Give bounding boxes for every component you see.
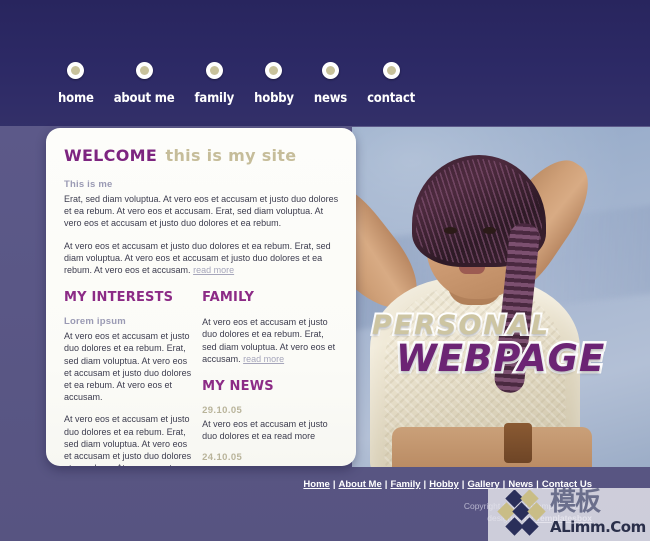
welcome-paragraph-2: At vero eos et accusam et justo duo dolo… <box>64 240 340 277</box>
nav-label: family <box>194 91 235 106</box>
nav-item-contact[interactable]: contact <box>367 62 415 106</box>
nav-item-news[interactable]: news <box>314 62 347 106</box>
family-news-column: FAMILY At vero eos et accusam et justo d… <box>202 290 340 466</box>
interests-paragraph-2-text: At vero eos et accusam et justo duo dolo… <box>64 414 192 466</box>
footer-separator: | <box>332 479 336 490</box>
nav-item-home[interactable]: home <box>58 62 94 106</box>
welcome-subheading: This is me <box>64 179 113 190</box>
photo-eye-right <box>483 227 496 234</box>
read-more-link[interactable]: read more <box>243 354 284 364</box>
read-more-link[interactable]: read more <box>193 265 234 275</box>
welcome-heading: WELCOME this is my site <box>64 146 340 166</box>
footer-link-hobby[interactable]: Hobby <box>429 479 459 490</box>
content-panel: WELCOME this is my site This is me Erat,… <box>46 128 356 466</box>
nav-item-hobby[interactable]: hobby <box>254 62 294 106</box>
photo-mouth <box>459 267 485 274</box>
bullet-icon <box>135 62 153 79</box>
footer-separator: | <box>461 479 465 490</box>
news-entry: 29.10.05 At vero eos et accusam et justo… <box>202 405 340 442</box>
photo-eye-left <box>444 227 457 234</box>
news-date: 29.10.05 <box>202 405 243 417</box>
hero-photo <box>352 127 650 467</box>
watermark-url: ALimm.Com <box>550 518 646 536</box>
interests-paragraph-2: At vero eos et accusam et justo duo dolo… <box>64 413 194 466</box>
interests-heading: MY INTERESTS <box>64 290 174 306</box>
bullet-icon <box>382 62 400 79</box>
news-date: 24.10.05 <box>202 452 243 464</box>
nav-item-about-me[interactable]: about me <box>114 62 175 106</box>
interests-paragraph-1: At vero eos et accusam et justo duo dolo… <box>64 331 192 403</box>
photo-waist <box>392 427 592 467</box>
family-paragraph: At vero eos et accusam et justo duo dolo… <box>202 316 340 365</box>
news-text: At vero eos et accusam et justo duo dolo… <box>202 419 328 442</box>
nav-label: about me <box>113 91 175 106</box>
nav-label: home <box>58 91 94 106</box>
footer-link-family[interactable]: Family <box>390 479 420 490</box>
photo-belt <box>504 423 532 463</box>
welcome-heading-light: this is my site <box>165 146 297 165</box>
bullet-icon <box>321 62 339 79</box>
watermark-chinese-text: 模板 <box>550 488 601 517</box>
news-entry: 24.10.05 At vero eos et accusam et justo… <box>202 452 340 466</box>
family-heading: FAMILY <box>202 290 255 306</box>
interests-column: MY INTERESTS Lorem ipsum At vero eos et … <box>64 290 202 466</box>
interests-subheading: Lorem ipsum <box>64 316 126 328</box>
bullet-icon <box>265 62 283 79</box>
footer-separator: | <box>384 479 388 490</box>
nav-label: news <box>313 91 348 106</box>
welcome-paragraph-1: Erat, sed diam voluptua. At vero eos et … <box>64 194 339 229</box>
news-text: At vero eos et accusam et justo duo dolo… <box>202 465 340 466</box>
main-navigation: home about me family hobby news contact <box>58 62 435 106</box>
welcome-heading-strong: WELCOME <box>64 146 158 165</box>
nav-label: hobby <box>254 91 294 106</box>
bullet-icon <box>205 62 223 79</box>
bullet-icon <box>67 62 85 79</box>
content-columns: MY INTERESTS Lorem ipsum At vero eos et … <box>64 290 340 466</box>
footer-link-about-me[interactable]: About Me <box>338 479 381 490</box>
nav-item-family[interactable]: family <box>194 62 235 106</box>
webpage-template-screenshot: PERSONAL WEBPAGE home about me family ho… <box>0 0 650 541</box>
footer-link-home[interactable]: Home <box>303 479 329 490</box>
diamond-logo-icon <box>497 490 546 536</box>
nav-label: contact <box>367 91 415 106</box>
watermark-overlay: 模板 ALimm.Com <box>488 488 650 541</box>
footer-separator: | <box>423 479 427 490</box>
news-heading: MY NEWS <box>202 379 274 395</box>
